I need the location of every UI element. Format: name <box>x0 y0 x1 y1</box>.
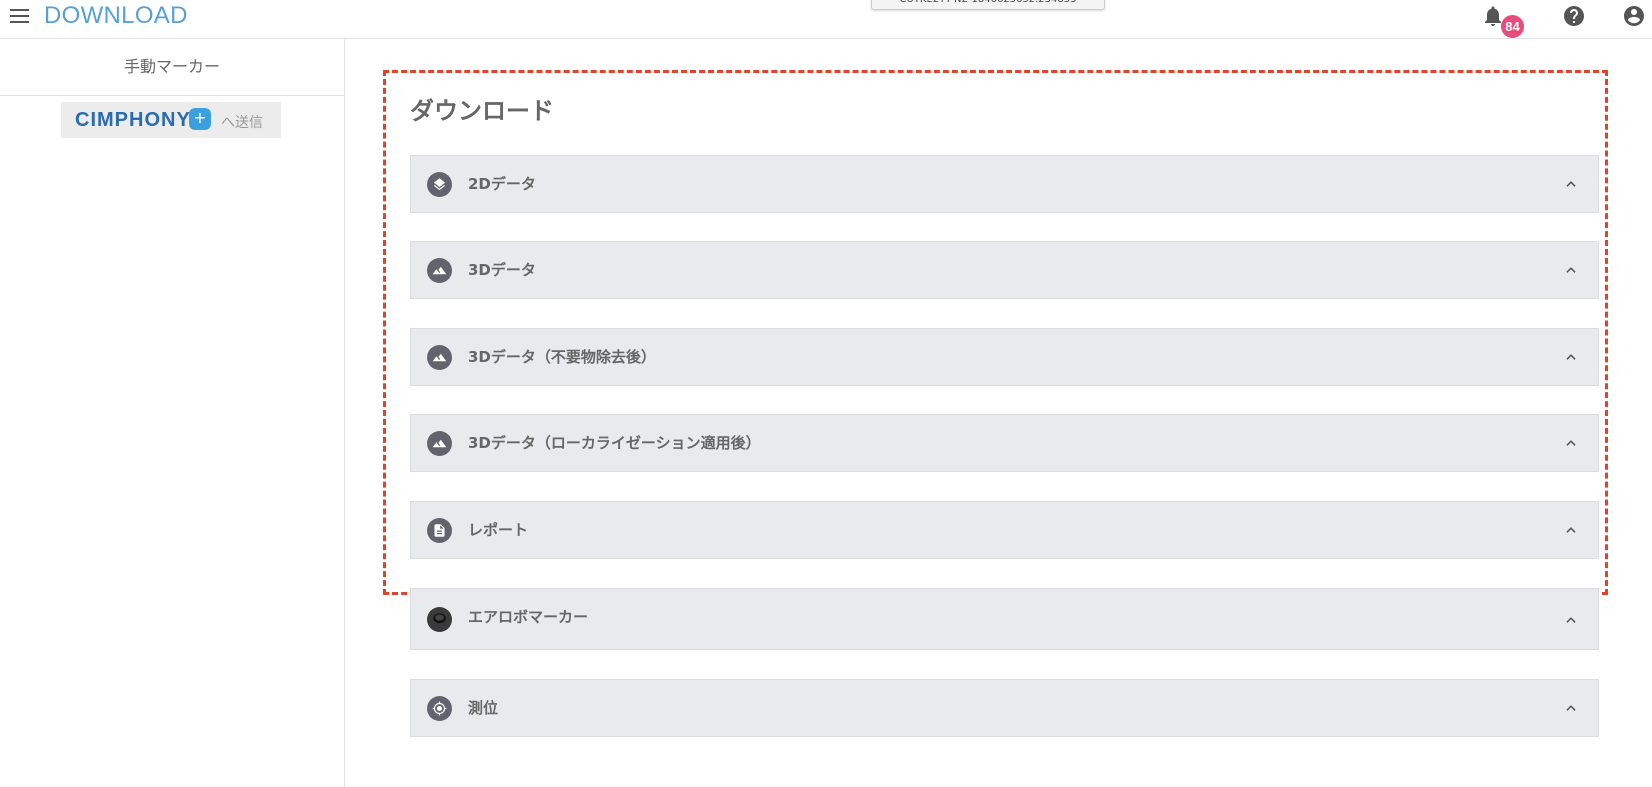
sidebar: 手動マーカー CIMPHONY + へ送信 <box>0 39 345 787</box>
panel-label: 3Dデータ（不要物除去後） <box>468 348 656 366</box>
account-icon[interactable] <box>1622 4 1646 28</box>
panel-positioning[interactable]: 測位 <box>410 679 1599 737</box>
panel-label: エアロボマーカー <box>468 608 589 626</box>
cimphony-logo: CIMPHONY <box>75 109 191 131</box>
send-to-cimphony-button[interactable]: CIMPHONY + へ送信 <box>61 102 281 138</box>
layers-icon <box>427 172 452 197</box>
chevron-up-icon <box>1566 181 1576 187</box>
terrain-icon <box>427 258 452 283</box>
panel-label: 測位 <box>468 699 499 717</box>
top-app-bar: DOWNLOAD CUYKE2YT-N2-1846623632.234833 8… <box>0 0 1652 39</box>
terrain-icon <box>427 431 452 456</box>
id-tooltip: CUYKE2YT-N2-1846623632.234833 <box>871 0 1105 10</box>
menu-icon[interactable] <box>10 6 30 26</box>
panel-label: レポート <box>468 521 529 539</box>
terrain-icon <box>427 345 452 370</box>
document-icon <box>427 518 452 543</box>
chevron-up-icon <box>1566 617 1576 623</box>
chevron-up-icon <box>1566 705 1576 711</box>
cimphony-send-label: へ送信 <box>221 115 263 131</box>
panel-2d-data[interactable]: 2Dデータ <box>410 155 1599 213</box>
panel-3d-data[interactable]: 3Dデータ <box>410 241 1599 299</box>
chevron-up-icon <box>1566 354 1576 360</box>
section-title: ダウンロード <box>410 97 554 125</box>
marker-icon <box>427 607 452 632</box>
panel-3d-data-cleaned[interactable]: 3Dデータ（不要物除去後） <box>410 328 1599 386</box>
panel-label: 3Dデータ <box>468 261 536 279</box>
page-title: DOWNLOAD <box>44 2 188 29</box>
gps-icon <box>427 696 452 721</box>
panel-aerobo-marker[interactable]: エアロボマーカー <box>410 588 1599 650</box>
chevron-up-icon <box>1566 527 1576 533</box>
chevron-up-icon <box>1566 440 1576 446</box>
cimphony-plus-icon: + <box>189 108 211 130</box>
chevron-up-icon <box>1566 267 1576 273</box>
sidebar-title: 手動マーカー <box>0 39 344 96</box>
panel-label: 3Dデータ（ローカライゼーション適用後） <box>468 434 761 452</box>
panel-3d-data-localized[interactable]: 3Dデータ（ローカライゼーション適用後） <box>410 414 1599 472</box>
panel-report[interactable]: レポート <box>410 501 1599 559</box>
help-icon[interactable] <box>1562 4 1586 28</box>
notification-badge: 84 <box>1501 15 1524 38</box>
panel-label: 2Dデータ <box>468 175 536 193</box>
main-content: ダウンロード 2Dデータ 3Dデータ 3Dデータ（不要物除去後） 3Dデータ（ロ… <box>345 39 1652 787</box>
